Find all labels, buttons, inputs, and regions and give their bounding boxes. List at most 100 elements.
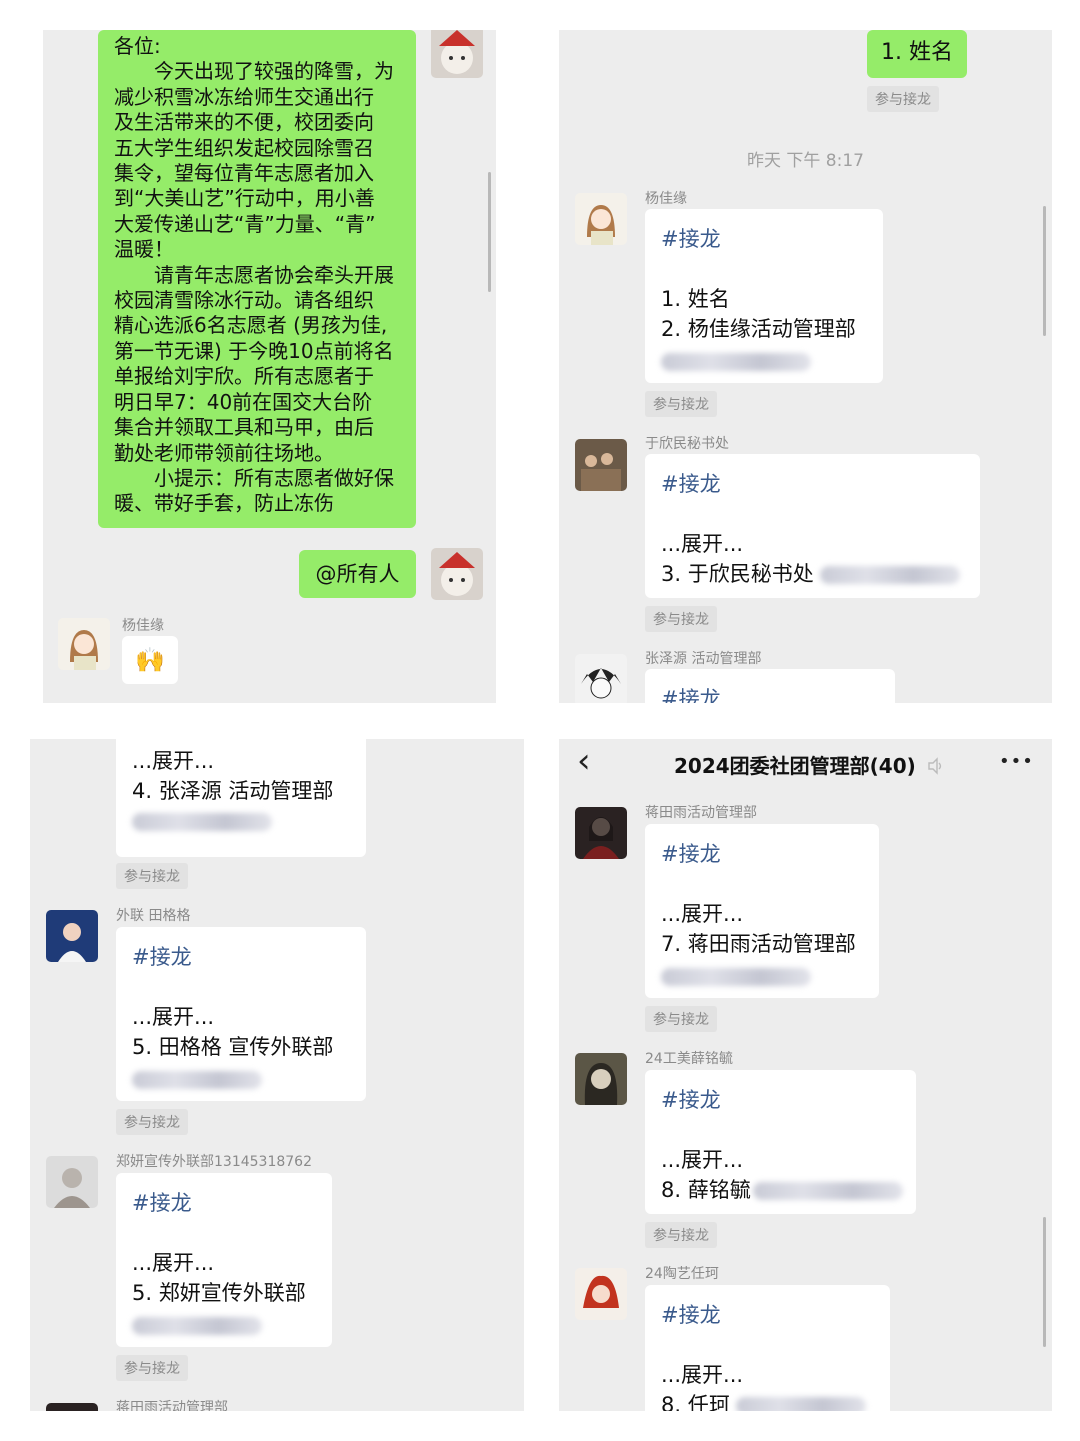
chat-panel-4: ‹ 2024团委社团管理部(40) ••• 蒋田雨活动管理部 #接龙 ...展开… [559, 739, 1052, 1411]
notice-line: 单报给刘宇欣。所有志愿者于 [114, 364, 374, 389]
jielong-line: 1. 姓名 [661, 287, 730, 311]
chat-panel-2: 1. 姓名 参与接龙 昨天 下午 8:17 杨佳缘 #接龙 1. 姓名 2. 杨… [559, 30, 1052, 703]
join-chip[interactable]: 参与接龙 [116, 1355, 188, 1381]
notice-line: 校园清雪除冰行动。请各组织 [114, 288, 374, 313]
join-chip[interactable]: 参与接龙 [867, 86, 939, 112]
sender-name: 外联 田格格 [116, 908, 191, 924]
jielong-tag: #接龙 [661, 687, 721, 703]
jielong-bubble[interactable]: #接龙 1. 姓名 2. 杨佳缘活动管理部 [645, 209, 883, 383]
chat-panel-3: ...展开... 4. 张泽源 活动管理部 参与接龙 外联 田格格 #接龙 ..… [30, 739, 524, 1411]
mention-text: @所有人 [315, 562, 400, 586]
jielong-tag: #接龙 [661, 227, 721, 251]
jielong-line: 5. 郑妍宣传外联部 [132, 1281, 306, 1305]
jielong-bubble[interactable]: ...展开... 4. 张泽源 活动管理部 [116, 739, 366, 857]
jielong-bubble[interactable]: #接龙 ...展开... 3. 于欣民秘书处 [645, 454, 980, 598]
expand-link[interactable]: ...展开... [132, 1247, 214, 1277]
notice-line: 各位: [114, 34, 161, 58]
notice-line: 集合并领取工具和马甲，由后 [114, 415, 374, 440]
redacted-phone [132, 1067, 262, 1091]
avatar-jiang[interactable] [46, 1403, 98, 1411]
join-chip[interactable]: 参与接龙 [645, 1006, 717, 1032]
avatar-xue[interactable] [575, 1053, 627, 1105]
sender-name: 郑妍宣传外联部13145318762 [116, 1154, 312, 1170]
jielong-tag: #接龙 [132, 1191, 192, 1215]
expand-link[interactable]: ...展开... [132, 745, 214, 775]
sender-name: 张泽源 活动管理部 [645, 651, 762, 667]
sender-name: 24陶艺任珂 [645, 1266, 719, 1282]
notice-line: 集令，望每位青年志愿者加入 [114, 161, 374, 186]
join-chip[interactable]: 参与接龙 [645, 1222, 717, 1248]
redacted-phone [736, 1397, 867, 1411]
more-button[interactable]: ••• [999, 751, 1034, 772]
avatar-tian[interactable] [46, 910, 98, 962]
avatar-yu[interactable] [575, 439, 627, 491]
notice-line: 小提示：所有志愿者做好保 [114, 465, 394, 490]
avatar-ren[interactable] [575, 1268, 627, 1320]
chat-header: ‹ 2024团委社团管理部(40) ••• [559, 739, 1052, 787]
jielong-bubble[interactable]: #接龙 ...展开... 5. 田格格 宣传外联部 [116, 927, 366, 1101]
avatar-jiang[interactable] [575, 807, 627, 859]
notice-bubble[interactable]: 各位: 今天出现了较强的降雪，为 减少积雪冰冻给师生交通出行 及生活带来的不便，校团… [98, 30, 416, 528]
join-chip[interactable]: 参与接龙 [645, 391, 717, 417]
sender-name: 杨佳缘 [122, 618, 164, 634]
reply-text: 1. 姓名 [881, 40, 953, 65]
jielong-bubble[interactable]: #接龙 ...展开... 7. 蒋田雨活动管理部 [645, 824, 879, 998]
mention-bubble[interactable]: @所有人 [299, 550, 416, 598]
avatar-yang[interactable] [58, 618, 110, 670]
notice-line: 减少积雪冰冻给师生交通出行 [114, 84, 374, 109]
notice-text: 各位: 今天出现了较强的降雪，为 减少积雪冰冻给师生交通出行 及生活带来的不便，校团… [114, 34, 406, 517]
expand-link[interactable]: ...展开... [661, 898, 743, 928]
jielong-line: 7. 蒋田雨活动管理部 [661, 932, 856, 956]
jielong-bubble[interactable]: #接龙 [645, 669, 895, 703]
jielong-tag: #接龙 [661, 842, 721, 866]
avatar-yang[interactable] [575, 193, 627, 245]
expand-link[interactable]: ...展开... [661, 528, 743, 558]
chat-title: 2024团委社团管理部(40) [674, 750, 943, 780]
notice-line: 今天出现了较强的降雪，为 [114, 59, 394, 84]
notice-line: 大爱传递山艺“青”力量、“青” [114, 211, 376, 236]
join-chip[interactable]: 参与接龙 [116, 1109, 188, 1135]
jielong-line-text: 3. 于欣民秘书处 [661, 562, 814, 586]
notice-line: 明日早7：40前在国交大台阶 [114, 389, 373, 414]
chat-title-text: 2024团委社团管理部(40) [674, 754, 916, 778]
scrollbar[interactable] [1043, 206, 1046, 336]
redacted-phone [132, 809, 272, 833]
sender-name: 杨佳缘 [645, 191, 687, 207]
avatar-self[interactable] [431, 548, 483, 600]
avatar-zhang[interactable] [575, 654, 627, 703]
redacted-phone [752, 1182, 903, 1200]
jielong-bubble[interactable]: #接龙 ...展开... 8. 任珂 [645, 1285, 890, 1411]
jielong-line: 4. 张泽源 活动管理部 [132, 779, 334, 803]
expand-link[interactable]: ...展开... [132, 1001, 214, 1031]
jielong-line-text: 8. 薛铭毓 [661, 1178, 751, 1202]
jielong-line: 2. 杨佳缘活动管理部 [661, 317, 856, 341]
join-chip[interactable]: 参与接龙 [116, 863, 188, 889]
jielong-line: 3. 于欣民秘书处 [661, 558, 961, 588]
jielong-tag: #接龙 [132, 945, 192, 969]
jielong-bubble[interactable]: #接龙 ...展开... 8. 薛铭毓 [645, 1070, 916, 1214]
reply-bubble[interactable]: 1. 姓名 [867, 30, 967, 78]
notice-line: 及生活带来的不便，校团委向 [114, 110, 374, 135]
join-chip[interactable]: 参与接龙 [645, 606, 717, 632]
scrollbar[interactable] [488, 172, 491, 292]
mute-icon [927, 756, 943, 780]
notice-line: 请青年志愿者协会牵头开展 [114, 262, 394, 287]
raising-hands-emoji: 🙌 [135, 646, 165, 674]
sender-name: 于欣民秘书处 [645, 436, 729, 452]
expand-link[interactable]: ...展开... [661, 1144, 743, 1174]
notice-line: 五大学生组织发起校园除雪召 [114, 135, 374, 160]
jielong-line-text: 8. 任珂 [661, 1393, 730, 1411]
avatar-zheng[interactable] [46, 1156, 98, 1208]
jielong-bubble[interactable]: #接龙 ...展开... 5. 郑妍宣传外联部 [116, 1173, 332, 1347]
scrollbar[interactable] [1043, 1217, 1046, 1347]
back-button[interactable]: ‹ [577, 741, 591, 781]
jielong-line: 8. 任珂 [661, 1389, 867, 1411]
sender-name: 24工美薛铭毓 [645, 1051, 733, 1067]
notice-line: 到“大美山艺”行动中，用小善 [114, 186, 375, 211]
jielong-tag: #接龙 [661, 1088, 721, 1112]
timestamp: 昨天 下午 8:17 [747, 151, 864, 171]
emoji-bubble[interactable]: 🙌 [122, 636, 178, 684]
redacted-phone [132, 1313, 262, 1337]
avatar-self[interactable] [431, 30, 483, 78]
expand-link[interactable]: ...展开... [661, 1359, 743, 1389]
